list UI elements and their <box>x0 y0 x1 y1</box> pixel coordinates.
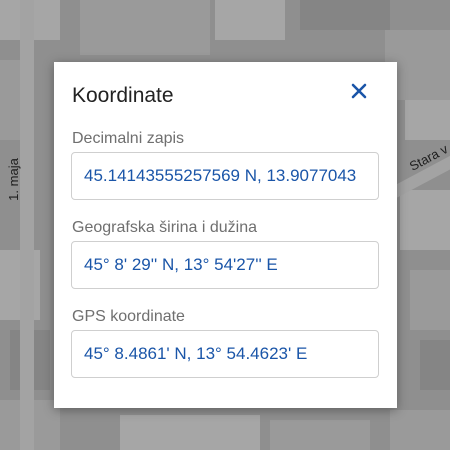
dialog-title: Koordinate <box>72 84 174 107</box>
map-road <box>20 0 34 450</box>
map-building <box>215 0 285 40</box>
close-button[interactable] <box>344 76 374 106</box>
map-building <box>420 340 450 390</box>
close-icon <box>351 83 367 99</box>
map-building <box>400 190 450 250</box>
gps-value-field[interactable]: 45° 8.4861' N, 13° 54.4623' E <box>71 330 379 378</box>
map-building <box>300 0 390 30</box>
map-building <box>405 100 450 140</box>
coordinates-dialog: Koordinate Decimalni zapis 45.1414355525… <box>54 62 397 408</box>
lat-lon-value-field[interactable]: 45° 8' 29'' N, 13° 54'27'' E <box>71 241 379 289</box>
map-building <box>120 415 260 450</box>
street-label: 1. maja <box>5 158 21 201</box>
gps-label: GPS koordinate <box>72 308 185 325</box>
map-building <box>80 0 210 55</box>
map-building <box>270 420 370 450</box>
map-building <box>410 270 450 330</box>
map-building <box>390 410 450 450</box>
decimal-value-field[interactable]: 45.14143555257569 N, 13.9077043 <box>71 152 379 200</box>
decimal-label: Decimalni zapis <box>72 130 185 147</box>
lat-lon-label: Geografska širina i dužina <box>72 219 257 236</box>
